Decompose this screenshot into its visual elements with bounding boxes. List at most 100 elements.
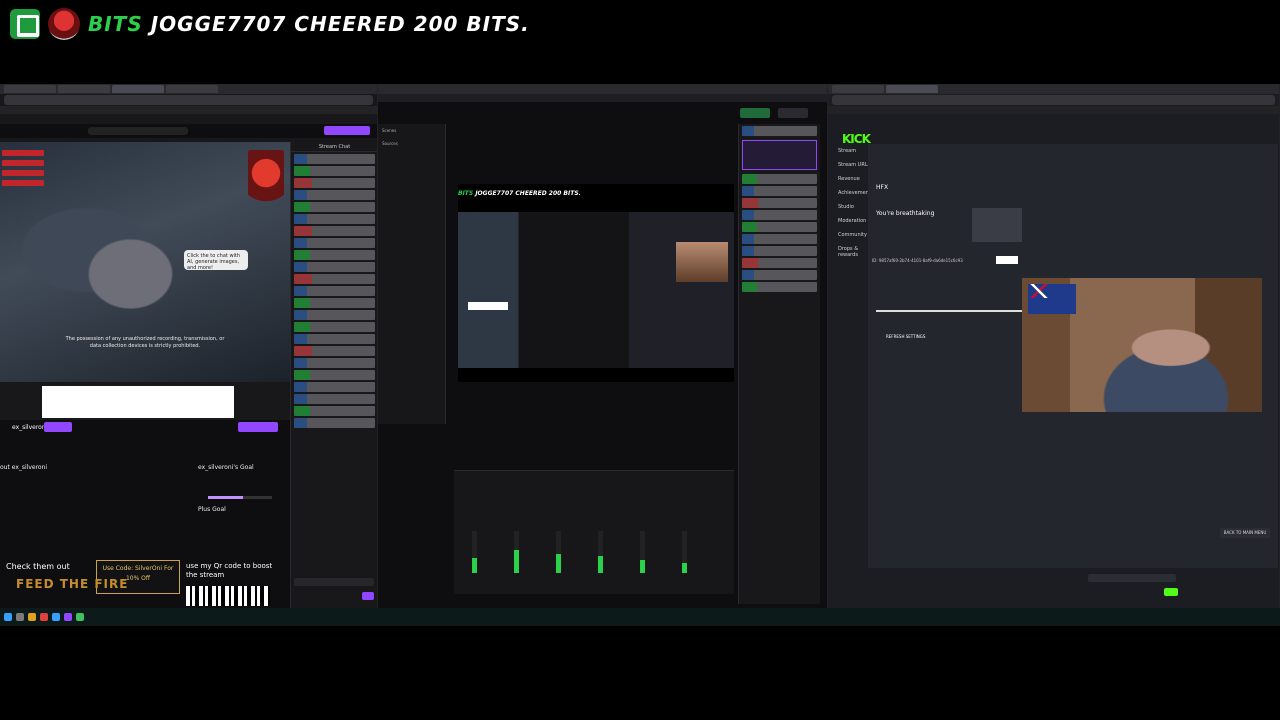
volume-fader[interactable] bbox=[598, 531, 603, 573]
qr-code[interactable] bbox=[186, 586, 270, 606]
preview-button[interactable] bbox=[972, 208, 1022, 242]
chat-message bbox=[742, 186, 817, 196]
volume-fader[interactable] bbox=[640, 531, 645, 573]
preview-canvas bbox=[458, 212, 734, 368]
chat-input[interactable] bbox=[294, 578, 374, 586]
chat-message bbox=[742, 222, 817, 232]
follow-button[interactable] bbox=[44, 422, 72, 432]
overlay-tag bbox=[2, 170, 44, 176]
goal-heading: ex_silveroni's Goal bbox=[198, 464, 254, 471]
chat-message bbox=[294, 322, 375, 332]
address-bar[interactable] bbox=[832, 95, 1275, 105]
folder-icon[interactable] bbox=[28, 613, 36, 621]
channel-name[interactable]: ex_silveroni bbox=[12, 424, 47, 431]
windows-taskbar bbox=[0, 608, 1280, 626]
scenes-dock: Scenes Sources bbox=[378, 124, 446, 424]
chat-message bbox=[294, 346, 375, 356]
chat-message bbox=[294, 226, 375, 236]
sidebar-item-studio[interactable]: Studio bbox=[838, 204, 868, 210]
australian-flag bbox=[1028, 284, 1076, 314]
chat-message bbox=[294, 394, 375, 404]
browser-tabs[interactable] bbox=[828, 84, 1279, 94]
chat-message bbox=[294, 190, 375, 200]
app-icon[interactable] bbox=[40, 613, 48, 621]
obs-titlebar bbox=[378, 84, 827, 94]
record-button[interactable] bbox=[778, 108, 808, 118]
obs-menubar[interactable] bbox=[378, 94, 827, 102]
sidebar-item-community[interactable]: Community bbox=[838, 232, 868, 238]
app-icon[interactable] bbox=[16, 613, 24, 621]
monitor-kick: KICK Stream Stream URL Revenue Achieveme… bbox=[828, 84, 1280, 608]
sidebar-item-revenue[interactable]: Revenue bbox=[838, 176, 868, 182]
audio-mixer bbox=[454, 470, 734, 594]
stream-canvas: BITS JOGGE7707 CHEERED 200 BITS. Click th… bbox=[0, 0, 1280, 720]
sidebar-item-stream-url[interactable]: Stream URL bbox=[838, 162, 868, 168]
browser-tabs[interactable] bbox=[0, 84, 377, 94]
refresh-settings-button[interactable]: REFRESH SETTINGS bbox=[886, 334, 925, 339]
overlay-tag bbox=[2, 160, 44, 166]
chat-send-button[interactable] bbox=[362, 592, 374, 600]
volume-fader[interactable] bbox=[472, 531, 477, 573]
feed-the-fire-panel: FEED THE FIRE bbox=[16, 577, 129, 591]
stream-id: ID: 9857af60-2b74-4101-8af9-da6de15c6c93 bbox=[872, 258, 963, 263]
bookmarks-bar bbox=[0, 106, 377, 114]
demon-logo-icon bbox=[248, 150, 284, 216]
app-icon[interactable] bbox=[52, 613, 60, 621]
stream-video[interactable]: Click the to chat with AI, generate imag… bbox=[0, 142, 290, 382]
kick-chat-input[interactable] bbox=[1088, 574, 1176, 582]
volume-fader[interactable] bbox=[682, 531, 687, 573]
bits-label: BITS bbox=[88, 12, 143, 36]
chat-message bbox=[294, 358, 375, 368]
copy-id-button[interactable] bbox=[996, 256, 1018, 264]
chat-message bbox=[294, 370, 375, 380]
chat-message bbox=[742, 210, 817, 220]
address-bar[interactable] bbox=[4, 95, 373, 105]
alert-message: JOGGE7707 CHEERED 200 BITS. bbox=[150, 12, 530, 36]
chat-message bbox=[294, 214, 375, 224]
chat-message bbox=[294, 382, 375, 392]
go-live-button[interactable] bbox=[740, 108, 770, 118]
sidebar-item-stream[interactable]: Stream bbox=[838, 148, 868, 154]
music-title: You're breathtaking bbox=[876, 210, 935, 217]
qr-caption: use my Qr code to boost the stream bbox=[186, 562, 273, 579]
chat-message bbox=[294, 334, 375, 344]
blank-panel bbox=[42, 386, 234, 418]
chat-message bbox=[294, 250, 375, 260]
start-icon[interactable] bbox=[4, 613, 12, 621]
volume-fader[interactable] bbox=[514, 531, 519, 573]
preview-webcam bbox=[676, 242, 728, 282]
chat-message bbox=[294, 238, 375, 248]
go-ad-free-button[interactable] bbox=[324, 126, 370, 135]
chat-message bbox=[742, 270, 817, 280]
chat-message bbox=[742, 258, 817, 268]
app-icon[interactable] bbox=[64, 613, 72, 621]
kick-logo[interactable]: KICK bbox=[842, 132, 871, 146]
check-them-out-label: Check them out bbox=[6, 562, 70, 571]
volume-fader[interactable] bbox=[556, 531, 561, 573]
obs-preview[interactable]: BITS JOGGE7707 CHEERED 200 BITS. bbox=[458, 184, 734, 382]
monitor-twitch: Click the to chat with AI, generate imag… bbox=[0, 84, 378, 608]
preview-alert: BITS JOGGE7707 CHEERED 200 BITS. bbox=[458, 190, 581, 197]
panel-title: HFX bbox=[876, 184, 889, 191]
chat-message bbox=[294, 178, 375, 188]
sidebar-item-drops[interactable]: Drops & rewards bbox=[838, 246, 868, 258]
chat-message bbox=[742, 234, 817, 244]
overlay-tag bbox=[2, 150, 44, 156]
chat-message bbox=[294, 166, 375, 176]
chat-message bbox=[294, 286, 375, 296]
resub-highlight bbox=[742, 140, 817, 170]
back-to-main-menu-button[interactable]: BACK TO MAIN MENU bbox=[1220, 528, 1270, 538]
kick-chat-send-button[interactable] bbox=[1164, 588, 1178, 596]
audio-volume-slider[interactable] bbox=[876, 310, 1024, 312]
chat-message bbox=[742, 126, 817, 136]
chat-message bbox=[294, 154, 375, 164]
resubscribe-button[interactable] bbox=[238, 422, 278, 432]
chat-message bbox=[294, 274, 375, 284]
chat-message bbox=[742, 282, 817, 292]
app-icon[interactable] bbox=[76, 613, 84, 621]
sidebar-item-achievements[interactable]: Achievements bbox=[838, 190, 873, 196]
overlay-tag bbox=[2, 180, 44, 186]
sidebar-item-moderation[interactable]: Moderation bbox=[838, 218, 868, 224]
chat-message bbox=[294, 406, 375, 416]
search-input[interactable] bbox=[88, 127, 188, 135]
